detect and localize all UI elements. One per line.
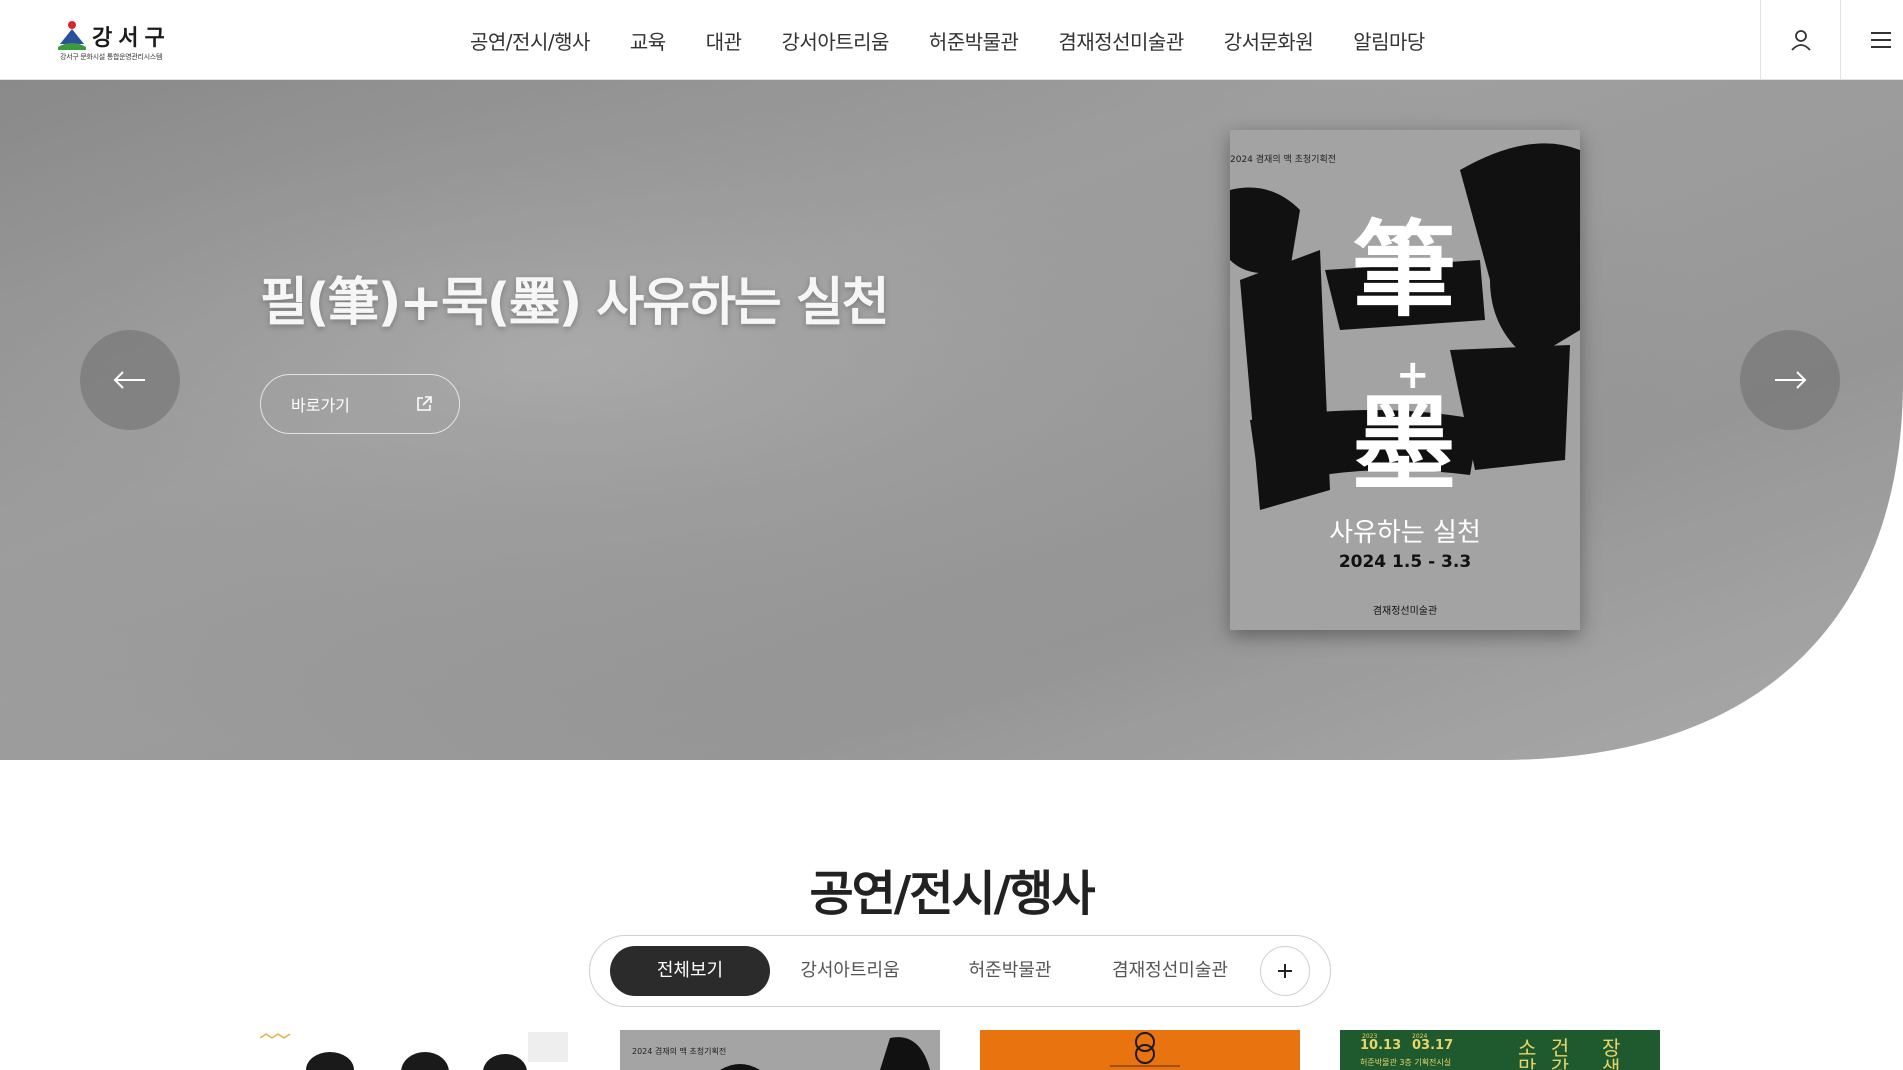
hero-goto-label: 바로가기 bbox=[291, 396, 350, 415]
hero-goto-button[interactable]: 바로가기 bbox=[260, 374, 460, 434]
tab-all[interactable]: 전체보기 bbox=[610, 946, 770, 996]
nav-item-heojun-museum[interactable]: 허준박물관 bbox=[929, 26, 1019, 55]
event-card-4-date-start: 10.13 bbox=[1360, 1038, 1402, 1053]
nav-item-education[interactable]: 교육 bbox=[630, 26, 666, 55]
event-card-3[interactable] bbox=[980, 1030, 1300, 1070]
event-card-2[interactable]: 2024 겸재의 맥 초청기획전 bbox=[620, 1030, 940, 1070]
arrow-left-icon bbox=[113, 371, 145, 389]
hamburger-menu-icon bbox=[1870, 32, 1891, 48]
event-card-4-title-3: 망 강 bbox=[1518, 1056, 1574, 1070]
external-link-icon bbox=[417, 396, 432, 411]
nav-item-notice[interactable]: 알림마당 bbox=[1353, 26, 1425, 55]
user-login-button[interactable] bbox=[1760, 0, 1840, 80]
event-card-4-title-4: 생 bbox=[1602, 1056, 1621, 1070]
event-card-4-place: 허준박물관 3층 기획전시실 bbox=[1360, 1058, 1452, 1067]
slider-prev-button[interactable] bbox=[80, 330, 180, 430]
event-card-4-date-end: 03.17 bbox=[1412, 1038, 1454, 1053]
tab-gyeomjae-museum[interactable]: 겸재정선미술관 bbox=[1090, 946, 1250, 996]
user-icon bbox=[1790, 30, 1811, 51]
nav-item-cultural-center[interactable]: 강서문화원 bbox=[1224, 26, 1314, 55]
poster-char-muk: 墨 bbox=[1352, 382, 1457, 505]
main-navigation: 공연/전시/행사 교육 대관 강서아트리움 허준박물관 겸재정선미술관 강서문화… bbox=[470, 0, 1465, 80]
plus-icon bbox=[1278, 964, 1292, 978]
nav-item-gangseo-atrium[interactable]: 강서아트리움 bbox=[782, 26, 890, 55]
nav-item-rental[interactable]: 대관 bbox=[706, 26, 742, 55]
poster-date: 2024 1.5 - 3.3 bbox=[1338, 552, 1472, 572]
section-title: 공연/전시/행사 bbox=[809, 866, 1095, 922]
poster-char-pil: 筆 bbox=[1352, 208, 1457, 331]
event-card-4[interactable]: 2023 2024 10.13 03.17 허준박물관 3층 기획전시실 소 건… bbox=[1340, 1030, 1660, 1070]
poster-subtitle: 사유하는 실천 bbox=[1329, 518, 1481, 548]
event-card-2-image bbox=[720, 1037, 930, 1070]
event-card-3-image bbox=[1110, 1032, 1180, 1067]
hero-title: 필(筆)+묵(墨) 사유하는 실천 bbox=[260, 273, 890, 333]
arrow-right-icon bbox=[1775, 371, 1807, 389]
logo-subtitle: 강서구 문화시설 통합운영관리시스템 bbox=[60, 53, 163, 61]
hero-poster[interactable]: 2024 겸재의 맥 초청기획전 筆 + 墨 사유하는 실천 2024 1.5 … bbox=[1230, 130, 1580, 630]
hero-slider: 필(筆)+묵(墨) 사유하는 실천 바로가기 2024 겸재의 맥 초청기획전 … bbox=[0, 80, 1903, 760]
slider-next-button[interactable] bbox=[1740, 330, 1840, 430]
poster-header: 2024 겸재의 맥 초청기획전 bbox=[1230, 155, 1337, 165]
site-menu-button[interactable] bbox=[1840, 0, 1903, 80]
category-tabs: 전체보기 강서아트리움 허준박물관 겸재정선미술관 bbox=[589, 935, 1331, 1007]
tabs-more-button[interactable] bbox=[1260, 946, 1310, 996]
event-card-list: 2024 겸재의 맥 초청기획전 2023 2024 10.13 03.17 허… bbox=[0, 1030, 1903, 1070]
event-card-1[interactable] bbox=[260, 1030, 580, 1070]
poster-organizer: 겸재정선미술관 bbox=[1372, 606, 1438, 617]
site-header: 강서구 강서구 문화시설 통합운영관리시스템 공연/전시/행사 교육 대관 강서… bbox=[0, 0, 1903, 80]
site-logo[interactable]: 강서구 강서구 문화시설 통합운영관리시스템 bbox=[58, 18, 178, 64]
tab-heojun-museum[interactable]: 허준박물관 bbox=[935, 946, 1085, 996]
logo-mark-icon bbox=[58, 21, 86, 50]
tab-gangseo-atrium[interactable]: 강서아트리움 bbox=[775, 946, 925, 996]
nav-item-performances[interactable]: 공연/전시/행사 bbox=[470, 26, 590, 55]
event-card-1-image bbox=[260, 1032, 568, 1070]
logo-title: 강서구 bbox=[92, 26, 171, 51]
nav-item-gyeomjae-museum[interactable]: 겸재정선미술관 bbox=[1058, 26, 1184, 55]
